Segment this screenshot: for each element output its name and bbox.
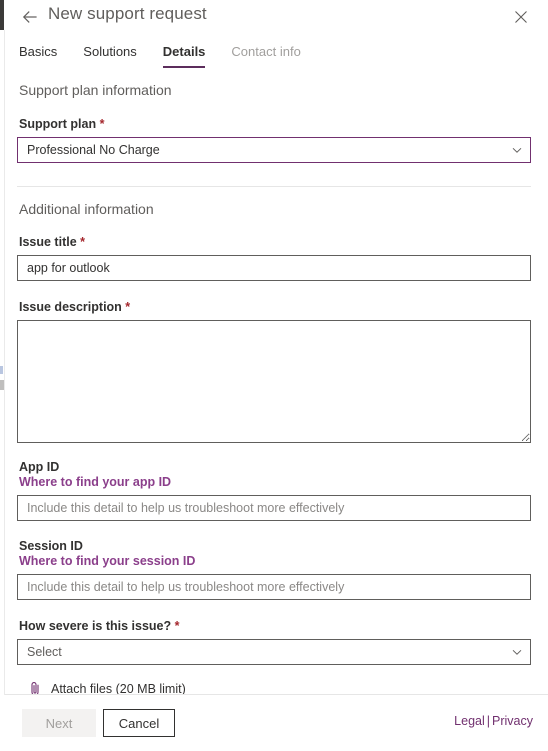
app-id-input[interactable] bbox=[17, 495, 531, 521]
paperclip-icon bbox=[27, 681, 43, 695]
issue-title-row bbox=[17, 255, 531, 281]
label-app-id: App ID bbox=[19, 460, 60, 474]
dialog-footer: Next Cancel Legal | Privacy bbox=[5, 694, 548, 751]
section-heading-additional: Additional information bbox=[19, 201, 154, 217]
arrow-left-icon[interactable] bbox=[18, 5, 42, 29]
label-issue-description: Issue description * bbox=[19, 300, 548, 314]
privacy-link[interactable]: Privacy bbox=[492, 714, 533, 728]
label-severity: How severe is this issue? * bbox=[19, 619, 548, 633]
legal-link[interactable]: Legal bbox=[454, 714, 485, 728]
label-issue-title-text: Issue title bbox=[19, 235, 77, 249]
required-indicator: * bbox=[99, 117, 105, 131]
severity-dropdown[interactable]: Select bbox=[17, 639, 531, 665]
tab-contact-info[interactable]: Contact info bbox=[231, 44, 300, 68]
tab-bar: Basics Solutions Details Contact info bbox=[19, 44, 327, 68]
required-indicator: * bbox=[80, 235, 86, 249]
label-issue-title: Issue title * bbox=[19, 235, 548, 249]
legal-links: Legal | Privacy bbox=[454, 714, 533, 728]
severity-value: Select bbox=[27, 645, 62, 659]
label-severity-text: How severe is this issue? bbox=[19, 619, 172, 633]
support-plan-value: Professional No Charge bbox=[27, 143, 160, 157]
required-indicator: * bbox=[174, 619, 180, 633]
label-support-plan: Support plan * bbox=[19, 117, 548, 131]
tab-details[interactable]: Details bbox=[162, 44, 205, 68]
next-button[interactable]: Next bbox=[22, 709, 96, 737]
session-id-input[interactable] bbox=[17, 574, 531, 600]
app-id-row bbox=[17, 495, 531, 521]
legal-separator: | bbox=[486, 714, 491, 728]
section-heading-support-plan: Support plan information bbox=[19, 82, 172, 98]
issue-title-input[interactable] bbox=[17, 255, 531, 281]
session-id-row bbox=[17, 574, 531, 600]
support-plan-row: Professional No Charge bbox=[17, 137, 531, 163]
severity-row: Select bbox=[17, 639, 531, 665]
close-icon[interactable] bbox=[509, 5, 533, 29]
issue-description-textarea[interactable] bbox=[17, 320, 531, 443]
session-id-help-link[interactable]: Where to find your session ID bbox=[19, 554, 548, 568]
app-id-help-link[interactable]: Where to find your app ID bbox=[19, 475, 548, 489]
label-session-id: Session ID bbox=[19, 539, 83, 553]
attach-files-button[interactable]: Attach files (20 MB limit) bbox=[27, 681, 548, 695]
tab-basics[interactable]: Basics bbox=[19, 44, 57, 68]
label-support-plan-text: Support plan bbox=[19, 117, 97, 131]
required-indicator: * bbox=[125, 300, 131, 314]
dialog-header: New support request bbox=[0, 0, 548, 36]
form-body: Support plan information Support plan * … bbox=[0, 78, 548, 695]
label-issue-description-text: Issue description bbox=[19, 300, 122, 314]
cancel-button[interactable]: Cancel bbox=[103, 709, 175, 737]
tab-solutions[interactable]: Solutions bbox=[83, 44, 136, 68]
page-title: New support request bbox=[48, 4, 207, 23]
support-plan-dropdown[interactable]: Professional No Charge bbox=[17, 137, 531, 163]
issue-description-row bbox=[17, 320, 531, 443]
chevron-down-icon bbox=[504, 646, 530, 658]
chevron-down-icon bbox=[504, 144, 530, 156]
section-divider bbox=[17, 186, 531, 187]
